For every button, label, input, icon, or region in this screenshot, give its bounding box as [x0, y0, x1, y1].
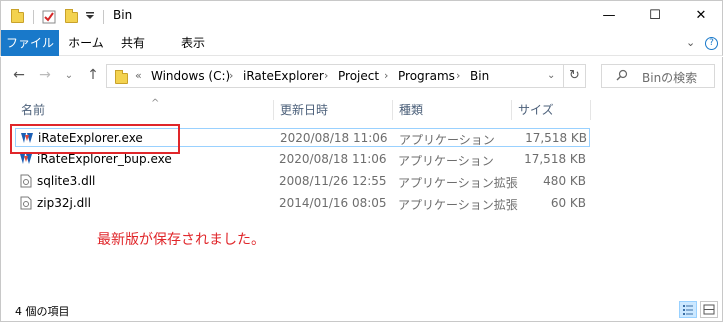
search-placeholder: Binの検索: [642, 71, 698, 85]
exe-icon: [19, 152, 33, 166]
expand-ribbon-icon[interactable]: ⌄: [686, 36, 695, 49]
item-count: 4 個の項目: [15, 305, 70, 318]
dll-icon: [19, 174, 33, 188]
forward-button[interactable]: →: [35, 67, 55, 83]
breadcrumb-irateexplorer[interactable]: iRateExplorer: [243, 69, 324, 83]
file-modified: 2014/01/16 08:05: [279, 196, 387, 210]
file-modified: 2020/08/18 11:06: [279, 152, 387, 166]
table-row[interactable]: sqlite3.dll 2008/11/26 12:55 アプリケーション拡張 …: [15, 172, 590, 191]
dll-icon: [19, 196, 33, 210]
file-size: 17,518 KB: [524, 152, 586, 166]
folder-icon: [115, 70, 128, 84]
breadcrumb-chevron[interactable]: ›: [456, 69, 460, 82]
close-button[interactable]: ✕: [678, 1, 723, 31]
tab-share[interactable]: 共有: [115, 30, 151, 56]
file-modified: 2020/08/18 11:06: [280, 131, 388, 145]
column-header-name[interactable]: 名前 ^: [15, 98, 273, 121]
column-header-type[interactable]: 種類: [393, 99, 511, 121]
search-icon: [616, 69, 628, 84]
breadcrumb-project[interactable]: Project: [338, 69, 379, 83]
file-size: 480 KB: [543, 174, 586, 188]
breadcrumb-chevron[interactable]: ›: [229, 69, 233, 82]
breadcrumb-chevron[interactable]: ›: [324, 69, 328, 82]
search-input[interactable]: Binの検索: [601, 64, 715, 88]
file-name: zip32j.dll: [37, 196, 91, 210]
table-row[interactable]: zip32j.dll 2014/01/16 08:05 アプリケーション拡張 6…: [15, 194, 590, 213]
minimize-button[interactable]: —: [586, 1, 632, 31]
address-bar[interactable]: « Windows (C:) › iRateExplorer › Project…: [106, 64, 586, 88]
file-size: 60 KB: [550, 196, 586, 210]
file-type: アプリケーション: [398, 154, 494, 168]
breadcrumb-bin[interactable]: Bin: [470, 69, 489, 83]
tab-file[interactable]: ファイル: [1, 30, 59, 56]
toolbar-separator: [103, 10, 104, 24]
maximize-button[interactable]: ☐: [632, 1, 678, 31]
tab-home[interactable]: ホーム: [63, 30, 109, 56]
details-view-icon[interactable]: [679, 301, 697, 318]
annotation-text: 最新版が保存されました。: [97, 232, 265, 248]
toolbar-separator: [33, 10, 34, 24]
window-title: Bin: [113, 8, 133, 22]
breadcrumb-windows-c[interactable]: Windows (C:): [151, 69, 230, 83]
file-name: sqlite3.dll: [37, 174, 96, 188]
file-type: アプリケーション拡張: [398, 198, 518, 212]
customize-toolbar-icon[interactable]: [85, 11, 95, 27]
help-icon[interactable]: ?: [705, 37, 718, 50]
file-name: iRateExplorer_bup.exe: [37, 152, 172, 166]
large-icons-view-icon[interactable]: [700, 301, 718, 318]
breadcrumb-chevron[interactable]: ›: [384, 69, 388, 82]
column-header-name-label: 名前: [21, 103, 46, 117]
column-header-modified[interactable]: 更新日時: [274, 99, 392, 121]
up-button[interactable]: ↑: [83, 67, 103, 83]
highlight-box: [10, 124, 180, 154]
sort-ascending-icon: ^: [151, 98, 160, 109]
column-header-size[interactable]: サイズ: [512, 99, 590, 121]
file-modified: 2008/11/26 12:55: [279, 174, 387, 188]
overflow-chevron[interactable]: «: [135, 69, 142, 82]
tab-view[interactable]: 表示: [171, 30, 215, 56]
file-size: 17,518 KB: [525, 131, 587, 145]
file-type: アプリケーション: [399, 133, 495, 147]
status-bar: 4 個の項目: [0, 297, 723, 322]
properties-icon[interactable]: [41, 9, 57, 25]
address-dropdown-icon[interactable]: ⌄: [547, 70, 555, 81]
refresh-button[interactable]: ↻: [563, 64, 586, 88]
file-type: アプリケーション拡張: [398, 176, 518, 190]
ribbon: ファイル ホーム 共有 表示 ⌄ ?: [0, 30, 723, 56]
breadcrumb-programs[interactable]: Programs: [398, 69, 455, 83]
title-bar: Bin — ☐ ✕: [0, 0, 723, 30]
navigation-bar: ← → ⌄ ↑ « Windows (C:) › iRateExplorer ›…: [0, 57, 723, 97]
column-divider[interactable]: [590, 100, 591, 120]
recent-locations-button[interactable]: ⌄: [59, 70, 79, 81]
back-button[interactable]: ←: [9, 67, 29, 83]
